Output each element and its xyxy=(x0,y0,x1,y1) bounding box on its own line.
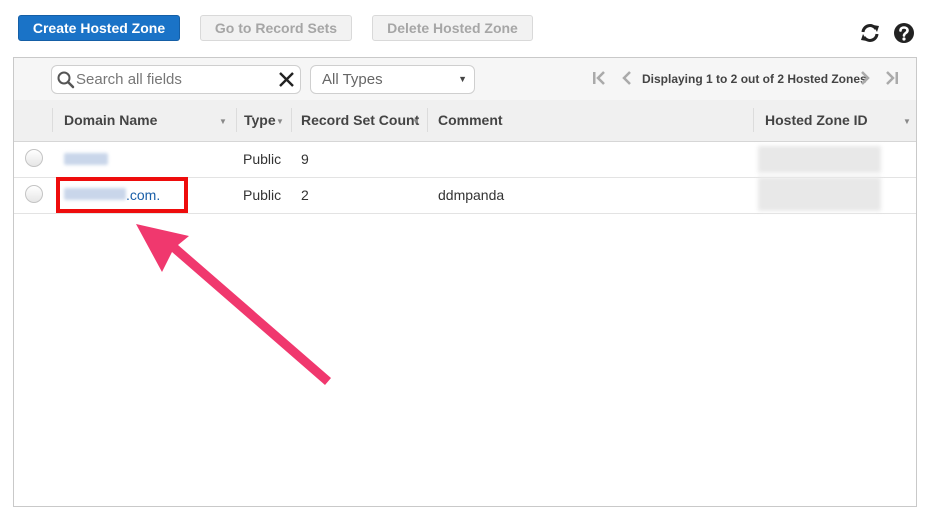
annotation-arrow xyxy=(136,224,331,385)
